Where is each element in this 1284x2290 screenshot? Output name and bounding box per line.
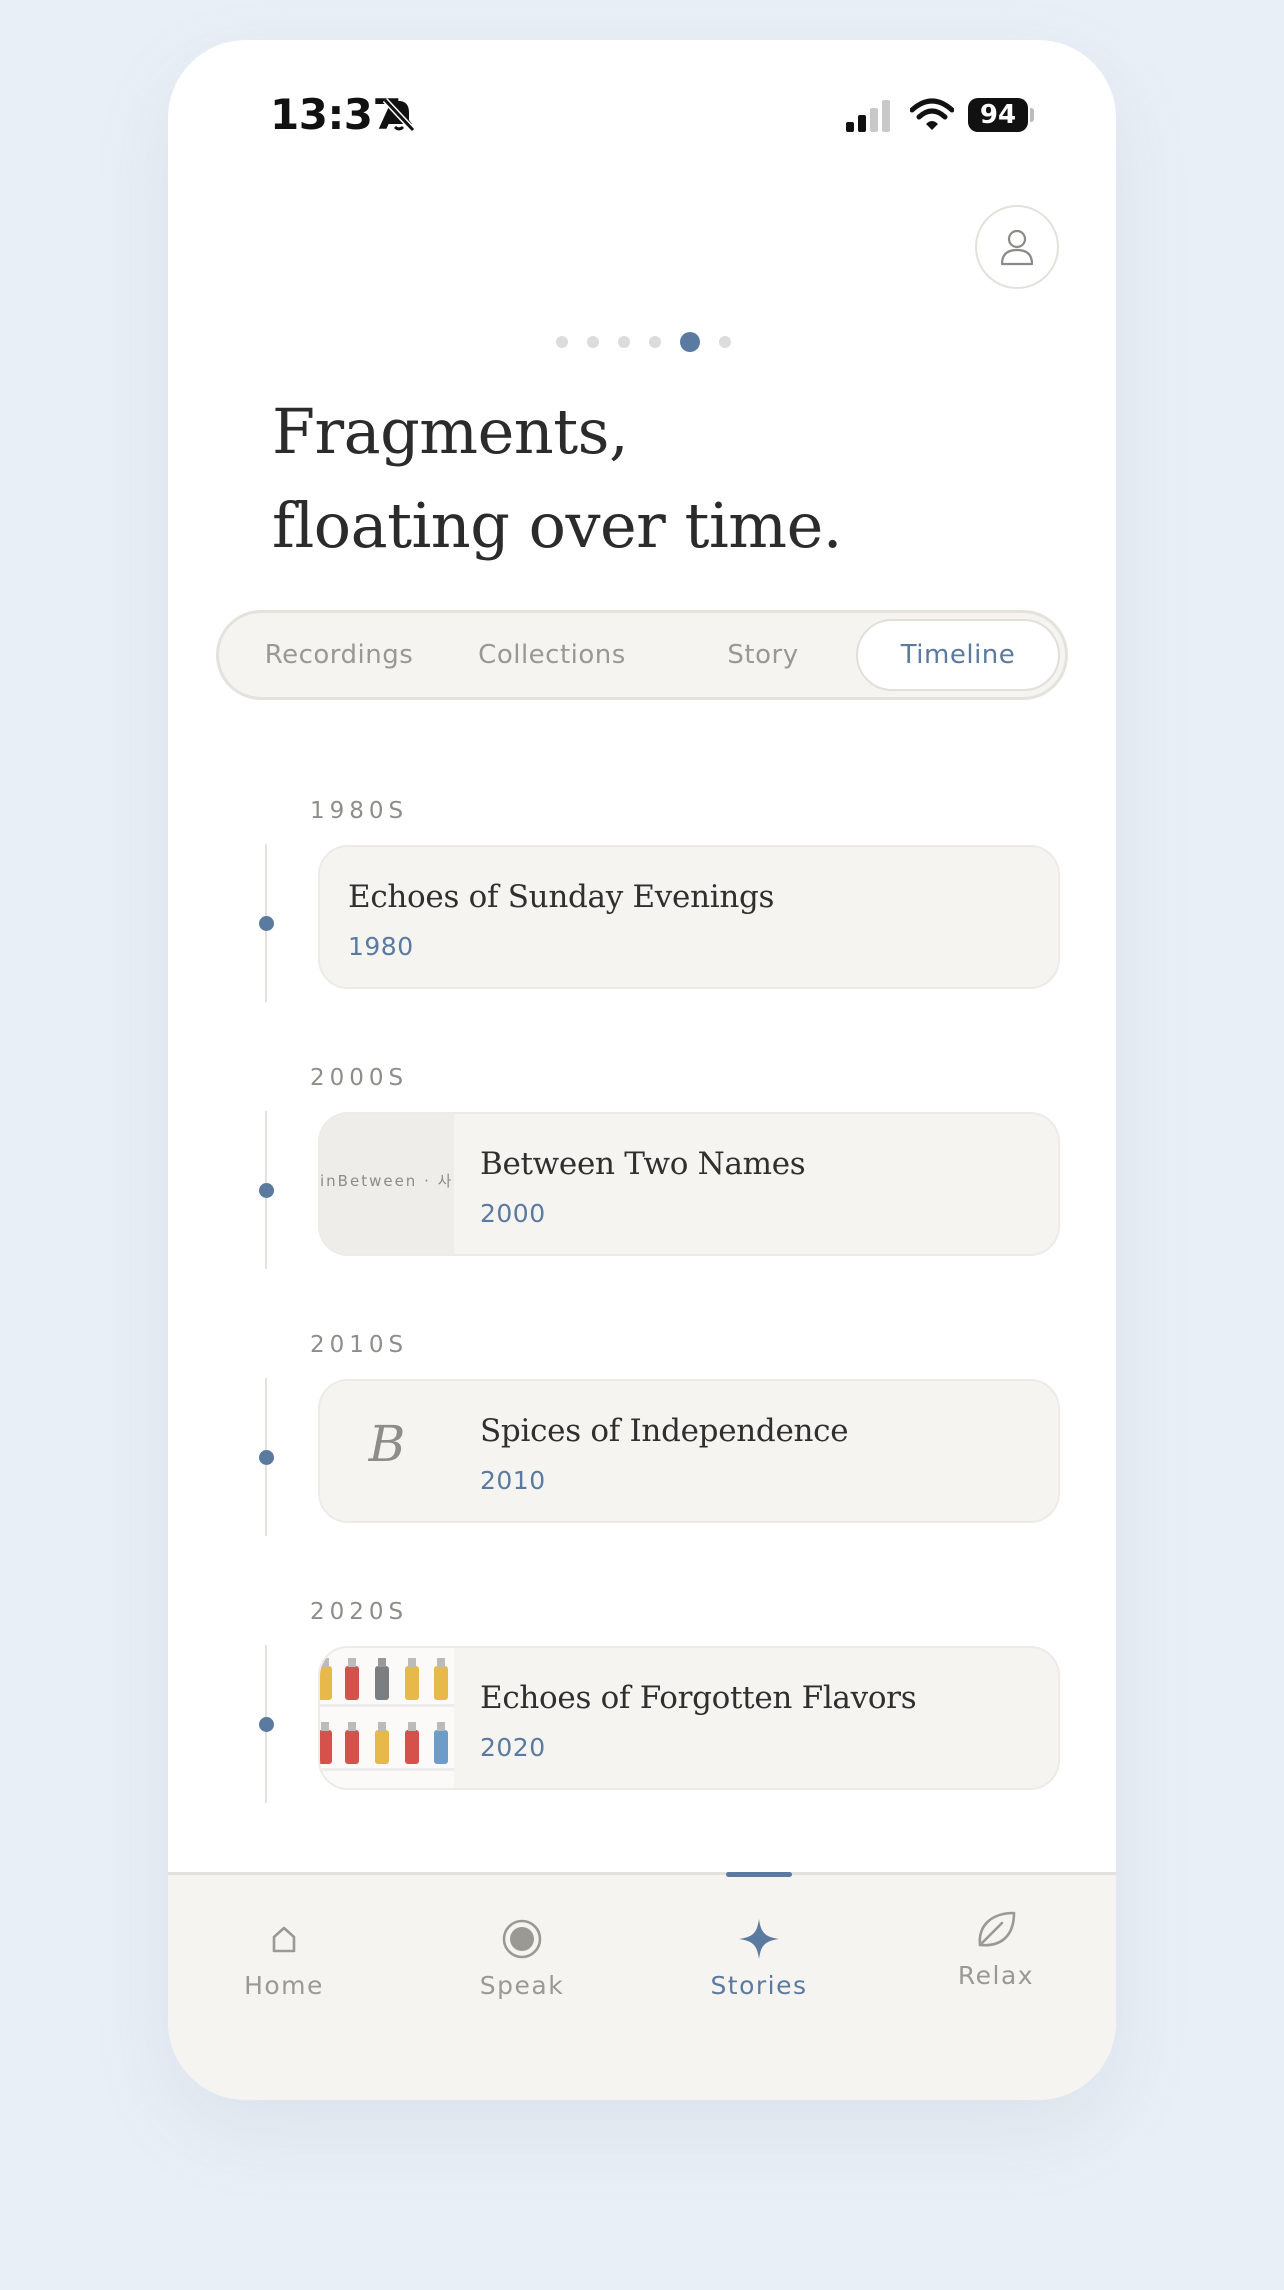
timeline-card[interactable]: B Spices of Independence 2010 [318,1379,1060,1523]
tab-collections[interactable]: Collections [447,613,657,697]
battery-indicator: 94 [968,98,1028,132]
bottom-nav: Home Speak Stories Relax [168,1872,1116,2100]
nav-label: Relax [957,1961,1035,1990]
page-indicator [556,332,750,352]
page-dot[interactable] [556,336,568,348]
card-year: 1980 [348,932,414,961]
timeline-card[interactable]: Echoes of Sunday Evenings 1980 [318,845,1060,989]
card-title: Echoes of Forgotten Flavors [480,1680,917,1716]
page-dot[interactable] [587,336,599,348]
cellular-signal-icon [846,100,890,132]
timeline-card[interactable]: inBetween · 사이 Between Two Names 2000 [318,1112,1060,1256]
timeline-card[interactable]: Echoes of Forgotten Flavors 2020 [318,1646,1060,1790]
decade-label: 2010S [310,1332,409,1358]
nav-label: Stories [710,1971,808,2000]
nav-active-indicator [726,1872,792,1877]
nav-item-relax[interactable]: Relax [916,1907,1076,1990]
card-title: Spices of Independence [480,1413,849,1449]
timeline-dot [259,1717,274,1732]
card-title: Between Two Names [480,1146,806,1182]
card-year: 2000 [480,1199,546,1228]
wifi-icon [910,98,954,130]
nav-label: Speak [479,1971,565,2000]
tab-recordings[interactable]: Recordings [239,613,439,697]
decade-label: 1980S [310,798,409,824]
card-year: 2010 [480,1466,546,1495]
timeline-dot [259,916,274,931]
nav-label: Home [244,1971,324,2000]
page-dot[interactable] [719,336,731,348]
timeline-dot [259,1183,274,1198]
card-thumbnail: inBetween · 사이 [320,1114,454,1254]
battery-nub [1030,108,1034,122]
profile-button[interactable] [975,205,1059,289]
user-icon [1000,229,1034,266]
thumbnail-logo-text: inBetween · 사이 [320,1172,454,1190]
page-dot-active[interactable] [680,332,700,352]
page-dot[interactable] [618,336,630,348]
decade-label: 2020S [310,1599,409,1625]
bell-muted-icon [382,97,416,133]
nav-item-home[interactable]: Home [204,1917,364,2000]
nav-item-stories[interactable]: Stories [679,1917,839,2000]
home-icon [272,1926,296,1953]
leaf-icon [978,1911,1016,1947]
page-title: Fragments, floating over time. [272,385,842,573]
view-tabs: Recordings Collections Story Timeline [216,610,1068,700]
card-year: 2020 [480,1733,546,1762]
page-title-line-1: Fragments, [272,395,629,468]
thumbnail-monogram: B [368,1415,406,1473]
record-icon [502,1919,542,1959]
decade-label: 2000S [310,1065,409,1091]
card-title: Echoes of Sunday Evenings [348,879,775,915]
page-title-line-2: floating over time. [272,489,842,562]
bottles-thumbnail-image [320,1648,454,1788]
tab-story[interactable]: Story [663,613,863,697]
nav-item-speak[interactable]: Speak [442,1917,602,2000]
tab-timeline[interactable]: Timeline [856,619,1060,691]
phone-screen: 13:37 94 Fragments, floating over time. … [168,40,1116,2100]
sparkle-icon [739,1919,779,1959]
card-thumbnail: B [320,1381,454,1521]
page-dot[interactable] [649,336,661,348]
timeline-dot [259,1450,274,1465]
